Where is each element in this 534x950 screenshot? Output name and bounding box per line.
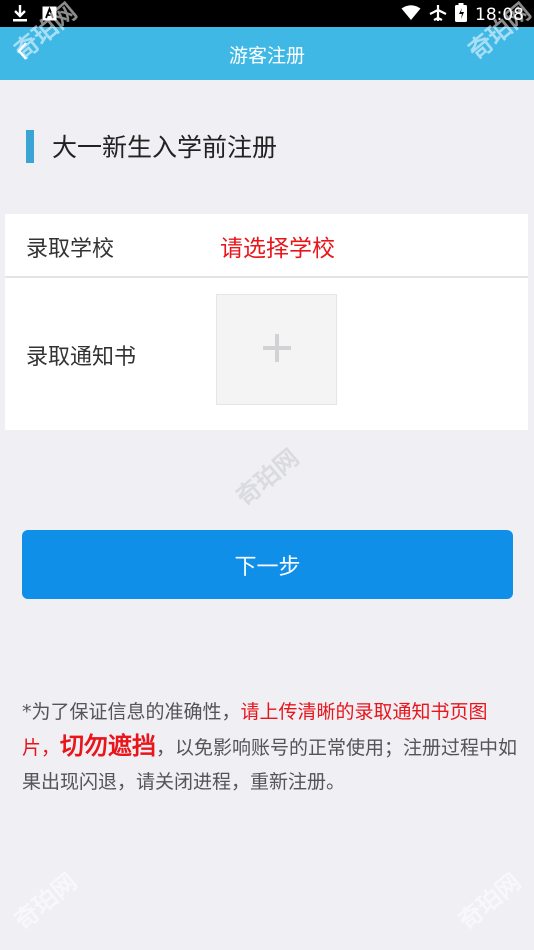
admission-letter-row: 录取通知书 <box>5 280 528 430</box>
upload-photo-button[interactable] <box>216 294 337 405</box>
notice-part-1: *为了保证信息的准确性， <box>22 701 241 723</box>
battery-icon <box>455 3 467 27</box>
wifi-icon <box>401 4 421 26</box>
status-bar: 18:08 <box>0 0 534 27</box>
notice-text: *为了保证信息的准确性，请上传清晰的录取通知书页图片，切勿遮挡，以免影响账号的正… <box>22 695 518 799</box>
watermark: 奇珀网 <box>453 867 527 936</box>
watermark: 奇珀网 <box>231 443 305 512</box>
page-title: 游客注册 <box>228 45 305 67</box>
school-select[interactable]: 请选择学校 <box>220 229 335 263</box>
registration-form: 录取学校 请选择学校 录取通知书 <box>5 214 528 430</box>
school-label: 录取学校 <box>26 237 115 262</box>
airplane-mode-icon <box>429 4 447 27</box>
nav-bar: 游客注册 <box>0 27 534 80</box>
section-title: 大一新生入学前注册 <box>52 133 278 162</box>
plus-icon <box>262 333 292 367</box>
section-header: 大一新生入学前注册 <box>26 128 277 164</box>
watermark: 奇珀网 <box>9 867 83 936</box>
notice-warning: 切勿遮挡 <box>60 732 157 760</box>
next-step-button[interactable]: 下一步 <box>22 530 513 599</box>
accent-bar <box>26 129 34 163</box>
admission-letter-label: 录取通知书 <box>26 345 137 370</box>
school-row[interactable]: 录取学校 请选择学校 <box>5 214 528 278</box>
